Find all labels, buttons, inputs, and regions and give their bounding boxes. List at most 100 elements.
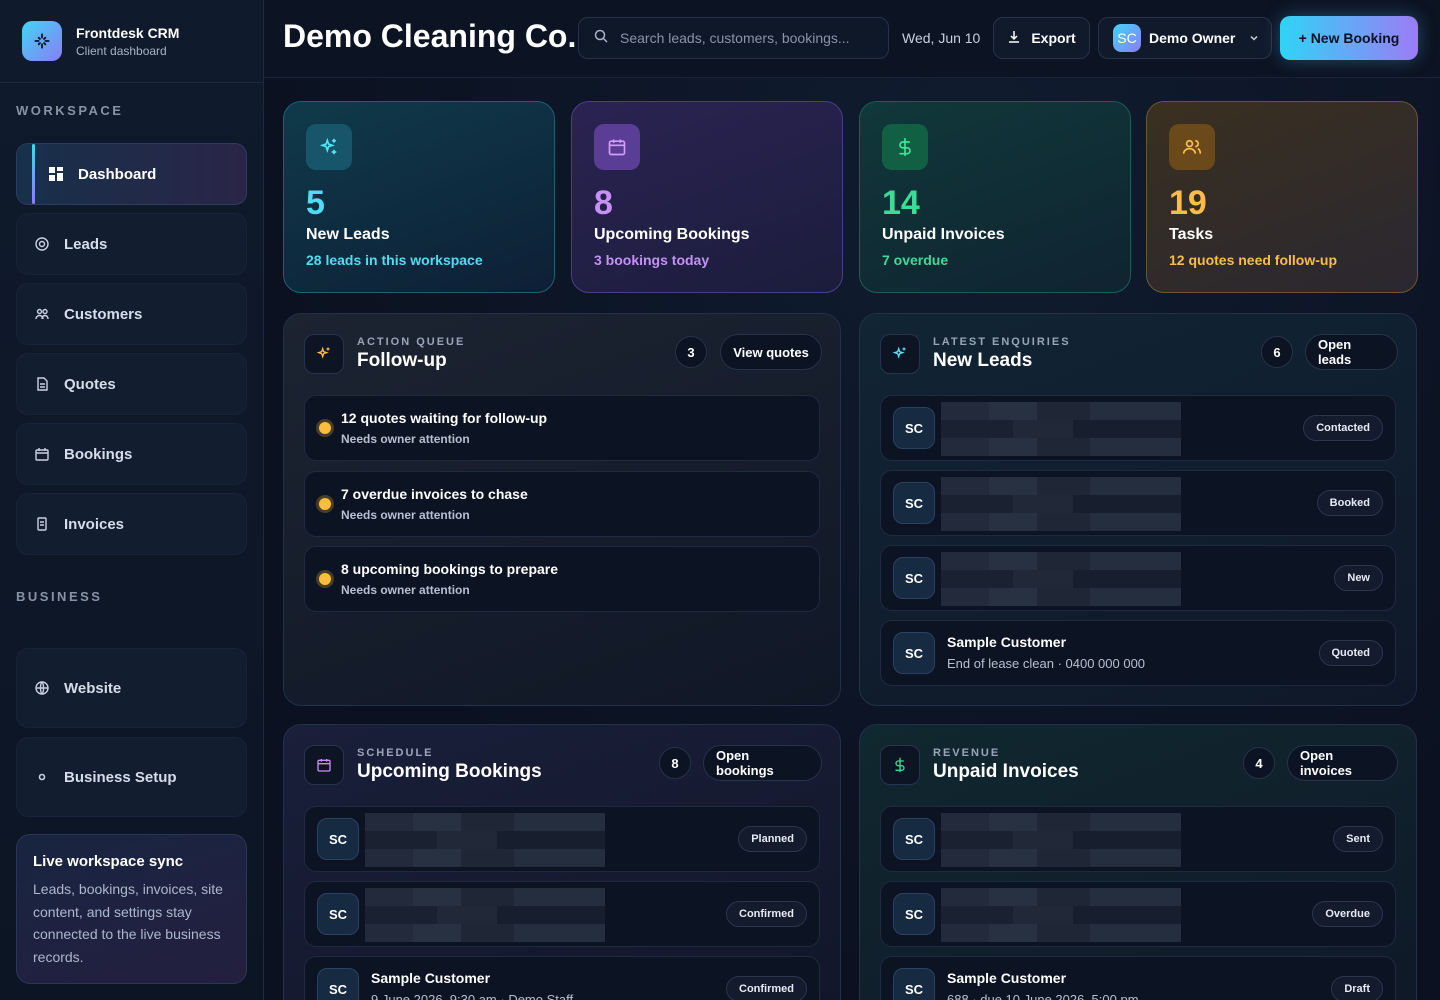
panel-title: Follow-up [357, 350, 447, 371]
panel-kicker: LATEST ENQUIRIES [933, 336, 1071, 348]
stat-value: 19 [1169, 184, 1207, 222]
redacted-content [365, 813, 605, 867]
list-item[interactable]: SC New [880, 545, 1396, 611]
search-icon [594, 29, 608, 48]
stat-value: 8 [594, 184, 613, 222]
panel-title: New Leads [933, 350, 1033, 371]
sidebar-item-quotes[interactable]: Quotes [16, 353, 247, 415]
panel-kicker: ACTION QUEUE [357, 336, 466, 348]
user-avatar: SC [1113, 24, 1141, 52]
sidebar-item-label: Business Setup [64, 768, 177, 786]
user-name: Demo Owner [1149, 30, 1236, 46]
calendar-icon [594, 124, 640, 170]
list-item[interactable]: SC Sample Customer 9 June 2026, 9:30 am … [304, 956, 820, 1000]
stat-value: 14 [882, 184, 920, 222]
search-input[interactable] [620, 30, 870, 46]
redacted-content [941, 813, 1181, 867]
workspace-section-label: WORKSPACE [16, 103, 124, 118]
stat-card-tasks[interactable]: 19 Tasks 12 quotes need follow-up [1146, 101, 1418, 293]
gear-icon [35, 770, 49, 784]
redacted-content [941, 552, 1181, 606]
sidebar-item-label: Customers [64, 305, 143, 323]
queue-item[interactable]: 8 upcoming bookings to prepare Needs own… [304, 546, 820, 612]
list-item[interactable]: SC Overdue [880, 881, 1396, 947]
sparkle-icon [880, 334, 920, 374]
list-item[interactable]: SC Sample Customer 688 · due 10 June 202… [880, 956, 1396, 1000]
stat-card-new-leads[interactable]: 5 New Leads 28 leads in this workspace [283, 101, 555, 293]
avatar: SC [893, 818, 935, 860]
export-label: Export [1031, 30, 1076, 46]
list-item[interactable]: SC Contacted [880, 395, 1396, 461]
sparkle-icon [306, 124, 352, 170]
panel-header: REVENUE Unpaid Invoices 4 Open invoices [880, 743, 1398, 787]
status-badge: Planned [738, 826, 807, 852]
status-badge: Draft [1331, 976, 1383, 1000]
avatar: SC [893, 968, 935, 1000]
user-menu-button[interactable]: SC Demo Owner [1098, 17, 1272, 59]
list-item[interactable]: SC Booked [880, 470, 1396, 536]
top-header: Demo Cleaning Co. Wed, Jun 10 Export SC … [264, 0, 1440, 78]
panel-count: 4 [1243, 747, 1275, 779]
sidebar-item-website[interactable]: Website [16, 648, 247, 728]
avatar: SC [893, 893, 935, 935]
redacted-content [941, 402, 1181, 456]
calendar-icon [35, 447, 49, 461]
stat-label: Unpaid Invoices [882, 226, 1005, 243]
search-bar[interactable] [578, 17, 889, 59]
sync-body: Leads, bookings, invoices, site content,… [33, 881, 223, 965]
status-dot [319, 498, 331, 510]
open-bookings-button[interactable]: Open bookings [703, 745, 822, 781]
avatar: SC [893, 407, 935, 449]
panel-title: Upcoming Bookings [357, 761, 542, 782]
status-badge: Quoted [1318, 640, 1383, 666]
sync-card: Live workspace sync Leads, bookings, inv… [16, 834, 247, 984]
brand[interactable]: Frontdesk CRM Client dashboard [0, 0, 263, 83]
stat-subtext: 12 quotes need follow-up [1169, 252, 1338, 268]
queue-item-title: 12 quotes waiting for follow-up [341, 410, 548, 426]
status-badge: Contacted [1303, 415, 1383, 441]
chevron-down-icon [1249, 33, 1259, 43]
target-icon [35, 237, 49, 251]
queue-item[interactable]: 7 overdue invoices to chase Needs owner … [304, 471, 820, 537]
list-item[interactable]: SC Sample Customer End of lease clean · … [880, 620, 1396, 686]
stat-label: Upcoming Bookings [594, 226, 750, 243]
users-icon [35, 307, 49, 321]
open-leads-button[interactable]: Open leads [1305, 334, 1398, 370]
stat-card-upcoming-bookings[interactable]: 8 Upcoming Bookings 3 bookings today [571, 101, 843, 293]
queue-item[interactable]: 12 quotes waiting for follow-up Needs ow… [304, 395, 820, 461]
panel-count: 6 [1261, 336, 1293, 368]
sidebar-item-leads[interactable]: Leads [16, 213, 247, 275]
sync-title: Live workspace sync [33, 853, 184, 870]
list-item[interactable]: SC Sent [880, 806, 1396, 872]
invoice-detail: 688 · due 10 June 2026, 5:00 pm [947, 992, 1139, 1000]
sidebar-item-business-setup[interactable]: Business Setup [16, 737, 247, 817]
lead-detail: End of lease clean · 0400 000 000 [947, 656, 1146, 671]
status-dot [319, 573, 331, 585]
status-dot [319, 422, 331, 434]
main-content: 5 New Leads 28 leads in this workspace 8… [264, 78, 1440, 1000]
calendar-icon [304, 745, 344, 785]
export-button[interactable]: Export [993, 17, 1090, 59]
new-booking-button[interactable]: + New Booking [1280, 16, 1418, 60]
queue-item-subtitle: Needs owner attention [341, 508, 470, 522]
business-section-label: BUSINESS [16, 589, 103, 604]
queue-item-subtitle: Needs owner attention [341, 583, 470, 597]
stat-label: Tasks [1169, 226, 1214, 243]
sidebar-item-dashboard[interactable]: Dashboard [16, 143, 247, 205]
receipt-icon [35, 517, 49, 531]
sidebar-item-customers[interactable]: Customers [16, 283, 247, 345]
brand-subtitle: Client dashboard [76, 43, 167, 58]
customer-name: Sample Customer [371, 970, 491, 986]
status-badge: Confirmed [726, 901, 807, 927]
list-item[interactable]: SC Planned [304, 806, 820, 872]
sidebar-item-label: Bookings [64, 445, 133, 463]
list-item[interactable]: SC Confirmed [304, 881, 820, 947]
sidebar-item-invoices[interactable]: Invoices [16, 493, 247, 555]
stat-card-unpaid-invoices[interactable]: 14 Unpaid Invoices 7 overdue [859, 101, 1131, 293]
sidebar-item-bookings[interactable]: Bookings [16, 423, 247, 485]
panel-title: Unpaid Invoices [933, 761, 1079, 782]
queue-item-title: 8 upcoming bookings to prepare [341, 561, 559, 577]
open-invoices-button[interactable]: Open invoices [1287, 745, 1398, 781]
view-quotes-button[interactable]: View quotes [720, 334, 822, 370]
document-icon [35, 377, 49, 391]
